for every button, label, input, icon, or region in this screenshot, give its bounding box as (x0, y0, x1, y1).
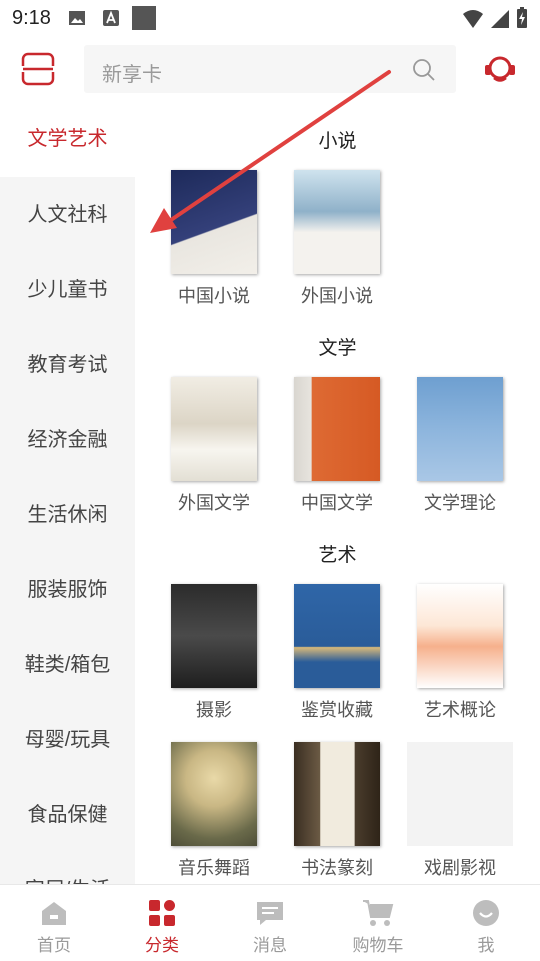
tab-label: 我 (477, 936, 495, 955)
wifi-icon (463, 10, 483, 28)
tab-label: 购物车 (352, 936, 404, 955)
bottom-nav: 首页 分类 消息 购物车 我 (0, 884, 540, 961)
sidebar-item-home-life[interactable]: 家居/生活 (0, 853, 135, 884)
tab-cart[interactable]: 购物车 (324, 885, 432, 961)
book-cover (417, 584, 503, 688)
category-content: 小说 中国小说 外国小说 文学 外国文学 中国文学 文学理论 艺术 摄影 鉴赏收… (135, 102, 540, 884)
search-placeholder: 新享卡 (102, 64, 162, 86)
app-notification-icon (103, 10, 119, 26)
section-title-literature: 文学 (318, 338, 357, 359)
book-cover (417, 377, 503, 481)
search-icon[interactable] (412, 58, 436, 82)
book-cover (171, 377, 257, 481)
status-bar: 9:18 (0, 0, 540, 36)
image-notification-icon (69, 11, 85, 25)
tab-label: 分类 (145, 936, 179, 955)
sidebar-item-literature-art[interactable]: 文学艺术 (0, 102, 135, 177)
battery-icon (517, 7, 527, 28)
category-sidebar: 文学艺术 人文社科 少儿童书 教育考试 经济金融 生活休闲 服装服饰 鞋类/箱包… (0, 102, 135, 884)
sidebar-item-humanities[interactable]: 人文社科 (0, 178, 135, 253)
tab-category[interactable]: 分类 (108, 885, 216, 961)
tab-label: 首页 (37, 936, 71, 955)
tab-messages[interactable]: 消息 (216, 885, 324, 961)
book-cover (294, 377, 380, 481)
category-icon (149, 900, 175, 926)
message-icon (257, 902, 283, 925)
profile-icon (473, 900, 499, 926)
menu-icon[interactable] (20, 51, 56, 87)
category-label: 摄影 (196, 700, 232, 720)
signal-icon (491, 10, 509, 28)
sidebar-item-baby-toys[interactable]: 母婴/玩具 (0, 703, 135, 778)
sidebar-item-food-health[interactable]: 食品保健 (0, 778, 135, 853)
category-label: 音乐舞蹈 (178, 858, 250, 878)
square-notification-icon (132, 6, 156, 30)
sidebar-item-children-books[interactable]: 少儿童书 (0, 253, 135, 328)
category-label: 中国小说 (178, 286, 250, 306)
cart-icon (363, 900, 394, 926)
sidebar-item-education[interactable]: 教育考试 (0, 328, 135, 403)
book-cover (171, 742, 257, 846)
book-cover (294, 742, 380, 846)
tab-label: 消息 (253, 936, 287, 955)
header: 新享卡 (0, 36, 540, 102)
book-cover-placeholder (407, 742, 513, 846)
sidebar-item-apparel[interactable]: 服装服饰 (0, 553, 135, 628)
section-title-art: 艺术 (318, 545, 357, 566)
book-cover (294, 584, 380, 688)
book-cover (171, 170, 257, 274)
tab-profile[interactable]: 我 (432, 885, 540, 961)
home-icon (42, 902, 66, 925)
sidebar-item-shoes-bags[interactable]: 鞋类/箱包 (0, 628, 135, 703)
book-cover (294, 170, 380, 274)
tab-home[interactable]: 首页 (0, 885, 108, 961)
status-time: 9:18 (12, 7, 51, 29)
category-label: 艺术概论 (424, 700, 496, 720)
category-label: 戏剧影视 (424, 858, 496, 878)
category-label: 书法篆刻 (301, 858, 373, 878)
category-label: 文学理论 (424, 493, 496, 513)
category-label: 中国文学 (301, 493, 373, 513)
sidebar-item-leisure[interactable]: 生活休闲 (0, 478, 135, 553)
category-label: 外国文学 (178, 493, 250, 513)
search-bar[interactable]: 新享卡 (84, 45, 456, 93)
customer-service-icon[interactable] (482, 50, 518, 86)
category-label: 外国小说 (301, 286, 373, 306)
section-title-fiction: 小说 (318, 131, 357, 152)
book-cover (171, 584, 257, 688)
category-label: 鉴赏收藏 (301, 700, 373, 720)
sidebar-item-economy[interactable]: 经济金融 (0, 403, 135, 478)
